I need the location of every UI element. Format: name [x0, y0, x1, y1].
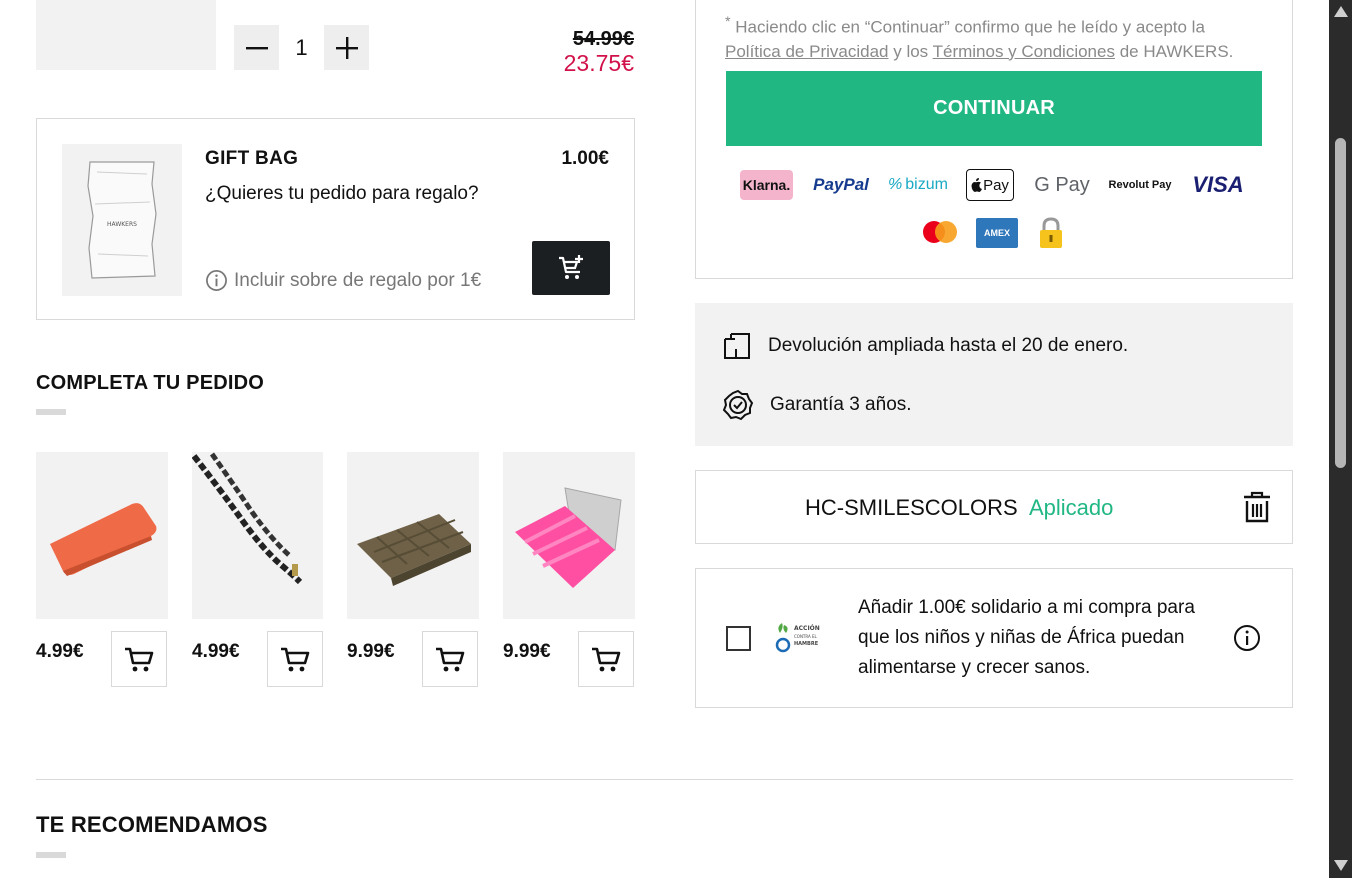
add-to-cart-button[interactable] [578, 631, 634, 687]
bizum-text: bizum [905, 176, 948, 193]
add-to-cart-icon [559, 255, 583, 279]
original-price: 54.99€ [572, 28, 634, 50]
product-image-black-chain[interactable] [191, 452, 323, 619]
terms-suffix: de HAWKERS. [1119, 41, 1234, 61]
gift-bag-image: HAWKERS [62, 144, 182, 296]
terms-conditions-link[interactable]: Términos y Condiciones [933, 42, 1115, 61]
coupon-box: HC-SMILESCOLORS Aplicado [695, 470, 1293, 544]
section-divider [36, 779, 1293, 780]
recommend-title: TE RECOMENDAMOS [36, 812, 268, 837]
add-gift-bag-button[interactable] [532, 241, 610, 295]
add-to-cart-button[interactable] [267, 631, 323, 687]
add-to-cart-button[interactable] [111, 631, 167, 687]
charity-logo-icon: ACCIÓN CONTRA EL HAMBRE [775, 623, 820, 653]
product-price: 4.99€ [36, 641, 84, 662]
donation-checkbox[interactable] [726, 626, 751, 651]
scroll-down-icon[interactable] [1334, 860, 1348, 871]
product-price: 9.99€ [347, 641, 395, 662]
black-chain-picture [191, 452, 303, 585]
cart-icon [125, 647, 154, 672]
cart-icon [436, 647, 465, 672]
info-icon [1234, 625, 1260, 651]
section-underline [36, 409, 66, 415]
revolut-pay-logo: Revolut Pay [1108, 179, 1172, 191]
donation-box: ACCIÓN CONTRA EL HAMBRE Añadir 1.00€ sol… [695, 568, 1293, 708]
apple-icon [971, 178, 983, 192]
remove-coupon-button[interactable] [1241, 490, 1273, 524]
paypal-logo: PayPal [813, 175, 869, 194]
product-price: 4.99€ [192, 641, 240, 662]
mastercard-icon [923, 221, 957, 243]
cart-item-image [36, 0, 216, 70]
scrollbar[interactable] [1329, 0, 1352, 878]
section-underline [36, 852, 66, 858]
gift-bag-picture: HAWKERS [87, 161, 157, 279]
product-price: 9.99€ [503, 641, 551, 662]
complete-order-title: COMPLETA TU PEDIDO [36, 372, 265, 394]
klarna-logo: Klarna. [740, 170, 793, 200]
info-icon [206, 270, 227, 291]
returns-info: Devolución ampliada hasta el 20 de enero… [722, 331, 1128, 361]
gift-bag-note: Incluir sobre de regalo por 1€ [205, 269, 481, 292]
gift-bag-note-text: Incluir sobre de regalo por 1€ [234, 269, 482, 291]
lock-icon [1040, 217, 1062, 248]
continue-button[interactable]: CONTINUAR [726, 71, 1262, 146]
return-box-icon [724, 333, 750, 359]
product-image-olive-quilted-case[interactable] [347, 452, 479, 619]
svg-text:HAMBRE: HAMBRE [794, 641, 819, 647]
mastercard-logo [921, 219, 959, 250]
warranty-text: Garantía 3 años. [770, 394, 912, 415]
scrollbar-thumb[interactable] [1335, 138, 1346, 468]
gift-bag-description: ¿Quieres tu pedido para regalo? [205, 183, 479, 204]
minus-icon [245, 46, 268, 49]
accion-contra-el-hambre-logo: ACCIÓN CONTRA EL HAMBRE [774, 621, 830, 660]
decrease-quantity-button[interactable] [234, 25, 279, 70]
quantity-stepper: 1 [234, 25, 369, 70]
scroll-up-icon[interactable] [1334, 6, 1348, 17]
gift-bag-card: HAWKERS GIFT BAG 1.00€ ¿Quieres tu pedid… [36, 118, 635, 320]
svg-text:CONTRA EL: CONTRA EL [794, 634, 818, 639]
cart-icon [281, 647, 310, 672]
apple-pay-text: Pay [983, 176, 1009, 194]
donation-text: Añadir 1.00€ solidario a mi compra para … [858, 597, 1195, 678]
bizum-mark: % [888, 176, 903, 193]
visa-logo: VISA [1192, 172, 1244, 197]
gift-bag-brand: HAWKERS [107, 221, 137, 228]
increase-quantity-button[interactable] [324, 25, 369, 70]
gift-bag-title: GIFT BAG [205, 148, 299, 169]
apple-pay-logo: Pay [966, 169, 1014, 201]
terms-prefix: Haciendo clic en “Continuar” confirmo qu… [735, 17, 1205, 37]
secure-lock-logo [1038, 217, 1064, 254]
orange-case-picture [50, 503, 157, 576]
amex-logo: AMEX [976, 218, 1018, 248]
bizum-logo: % bizum [886, 170, 950, 200]
olive-case-picture [357, 514, 471, 586]
privacy-policy-link[interactable]: Política de Privacidad [725, 42, 888, 61]
gift-bag-price: 1.00€ [561, 148, 609, 169]
terms-notice: * Haciendo clic en “Continuar” confirmo … [725, 14, 1234, 61]
trash-icon [1244, 491, 1270, 523]
coupon-status: Aplicado [1029, 495, 1114, 520]
donation-info-button[interactable] [1233, 624, 1261, 657]
cart-icon [592, 647, 621, 672]
product-image-orange-case[interactable] [36, 452, 168, 619]
benefits-box: Devolución ampliada hasta el 20 de enero… [695, 303, 1293, 446]
quantity-value[interactable]: 1 [279, 25, 324, 70]
coupon-code: HC-SMILESCOLORS [805, 495, 1018, 520]
sale-price: 23.75€ [563, 50, 634, 76]
warranty-badge-icon [722, 389, 754, 421]
svg-text:ACCIÓN: ACCIÓN [794, 625, 820, 632]
terms-and: y los [893, 41, 929, 61]
plus-icon [335, 36, 358, 59]
google-pay-logo: G Pay [1034, 173, 1090, 196]
returns-text: Devolución ampliada hasta el 20 de enero… [768, 335, 1129, 356]
product-image-pink-puffer-case[interactable] [503, 452, 635, 619]
pink-case-picture [515, 487, 622, 588]
warranty-info: Garantía 3 años. [722, 389, 912, 421]
add-to-cart-button[interactable] [422, 631, 478, 687]
